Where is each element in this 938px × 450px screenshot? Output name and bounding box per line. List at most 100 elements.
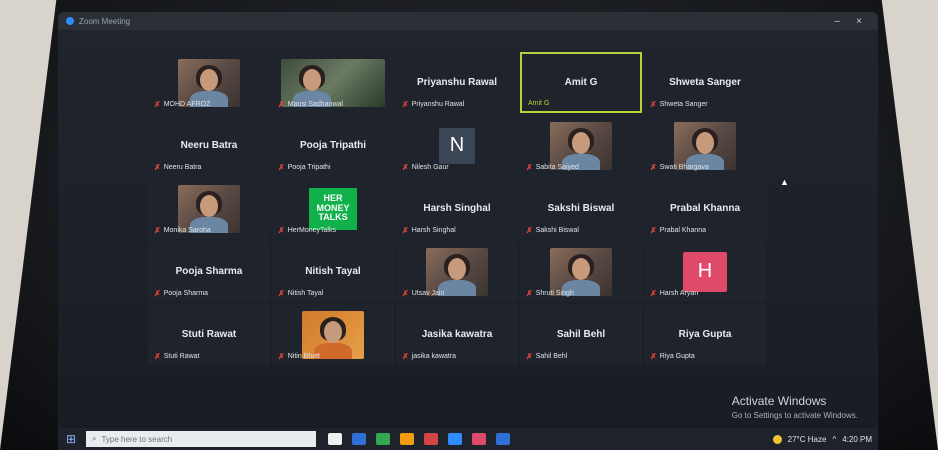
participant-label-text: Monika Saroha — [163, 227, 211, 234]
participant-label: ✗ Swati Bhargava — [650, 163, 709, 172]
participant-label: ✗ Priyanshu Rawal — [402, 100, 464, 109]
participant-label: ✗ jasika kawatra — [402, 352, 456, 361]
taskbar-app-icon[interactable] — [400, 433, 414, 445]
participant-tile[interactable]: Jasika kawatra ✗ jasika kawatra — [396, 304, 518, 365]
participant-label: ✗ Utsav Jain — [402, 289, 444, 298]
participant-label: ✗ HerMoneyTalks — [278, 226, 336, 235]
participant-tile[interactable]: Sahil Behl ✗ Sahil Behl — [520, 304, 642, 365]
participant-label: ✗ Prabal Khanna — [650, 226, 706, 235]
taskbar-app-icon[interactable] — [496, 433, 510, 445]
taskbar-app-icon[interactable] — [376, 433, 390, 445]
participant-label: ✗ Sahil Behl — [526, 352, 567, 361]
participant-tile[interactable]: Amit G Amit G — [520, 52, 642, 113]
participant-tile[interactable]: HER MONEY TALKS ✗ HerMoneyTalks — [272, 178, 394, 239]
mic-muted-icon: ✗ — [278, 100, 285, 109]
tray-chevron-icon[interactable]: ^ — [832, 435, 836, 444]
participant-tile[interactable]: Pooja Tripathi ✗ Pooja Tripathi — [272, 115, 394, 176]
participant-label-text: Sabita Saiyed — [535, 164, 579, 171]
participant-tile[interactable]: Harsh Singhal ✗ Harsh Singhal — [396, 178, 518, 239]
participant-label-text: Riya Gupta — [659, 353, 695, 360]
participant-name: Prabal Khanna — [669, 203, 741, 214]
participant-label: ✗ Nitish Tayal — [278, 289, 323, 298]
participant-label: ✗ Shweta Sanger — [650, 100, 708, 109]
participant-label: ✗ Neeru Batra — [154, 163, 201, 172]
participant-gallery: ✗ MOHD AFROZ ✗ Mansi Sadhanwal Priyanshu Raw… — [148, 52, 766, 428]
activate-subtitle: Go to Settings to activate Windows. — [731, 411, 858, 420]
participant-tile[interactable]: Neeru Batra ✗ Neeru Batra — [148, 115, 270, 176]
clock[interactable]: 4:20 PM — [842, 435, 872, 444]
participant-label-text: Nitish Tayal — [287, 290, 324, 297]
participant-tile[interactable]: ✗ Sabita Saiyed — [520, 115, 642, 176]
participant-label-text: Stuti Rawat — [163, 353, 200, 360]
participant-tile[interactable]: ✗ Swati Bhargava — [644, 115, 766, 176]
weather-icon — [772, 434, 782, 444]
mic-muted-icon: ✗ — [154, 289, 161, 298]
participant-label-text: Sahil Behl — [535, 353, 568, 360]
participant-name: Priyanshu Rawal — [416, 77, 498, 88]
taskbar-app-icon[interactable] — [448, 433, 462, 445]
participant-label: Amit G — [528, 100, 549, 107]
minimize-button[interactable]: – — [826, 16, 848, 27]
activate-title: Activate Windows — [731, 394, 827, 408]
close-button[interactable]: × — [848, 16, 870, 27]
participant-tile[interactable]: Stuti Rawat ✗ Stuti Rawat — [148, 304, 270, 365]
mic-muted-icon: ✗ — [526, 163, 533, 172]
mic-muted-icon: ✗ — [402, 226, 409, 235]
participant-tile[interactable]: ✗ Monika Saroha — [148, 178, 270, 239]
participant-tile[interactable]: H ✗ Harsh Aryan — [644, 241, 766, 302]
participant-tile[interactable]: Shweta Sanger ✗ Shweta Sanger — [644, 52, 766, 113]
mic-muted-icon: ✗ — [526, 226, 533, 235]
weather-text[interactable]: 27°C Haze — [788, 435, 827, 444]
title-bar: Zoom Meeting – × — [58, 12, 878, 30]
participant-tile[interactable]: Priyanshu Rawal ✗ Priyanshu Rawal — [396, 52, 518, 113]
participant-tile[interactable]: Nitish Tayal ✗ Nitish Tayal — [272, 241, 394, 302]
mic-muted-icon: ✗ — [526, 352, 533, 361]
participant-label: ✗ Monika Saroha — [154, 226, 211, 235]
participant-label-text: HerMoneyTalks — [287, 227, 336, 234]
participant-label: ✗ Shruti Singh — [526, 289, 574, 298]
taskbar-app-icon[interactable] — [472, 433, 486, 445]
taskbar-app-icon[interactable] — [352, 433, 366, 445]
participant-label: ✗ Riya Gupta — [650, 352, 695, 361]
participant-tile[interactable]: ✗ MOHD AFROZ — [148, 52, 270, 113]
video-person-head — [303, 68, 321, 91]
participant-name: Pooja Sharma — [175, 266, 243, 277]
taskbar-app-icons — [328, 433, 510, 445]
participant-name: Sahil Behl — [556, 329, 606, 340]
participant-label: ✗ Pooja Sharma — [154, 289, 208, 298]
participant-tile[interactable]: ✗ Shruti Singh — [520, 241, 642, 302]
participant-tile[interactable]: Sakshi Biswal ✗ Sakshi Biswal — [520, 178, 642, 239]
participant-logo: HER MONEY TALKS — [309, 187, 357, 230]
mouse-cursor-icon: ▲ — [780, 177, 789, 187]
taskbar-app-icon[interactable] — [424, 433, 438, 445]
video-person-head — [572, 131, 590, 154]
participant-tile[interactable]: Riya Gupta ✗ Riya Gupta — [644, 304, 766, 365]
participant-tile[interactable]: ✗ Mansi Sadhanwal — [272, 52, 394, 113]
participant-label-text: Nilesh Gaur — [411, 164, 449, 171]
participant-label: ✗ Pooja Tripathi — [278, 163, 331, 172]
participant-name: Jasika kawatra — [421, 329, 493, 340]
participant-tile[interactable]: ✗ Nitin Bhatt — [272, 304, 394, 365]
zoom-meeting-window: Zoom Meeting – × ✗ MOHD AFROZ ✗ Mansi Sadha… — [58, 12, 878, 450]
video-person-head — [200, 68, 218, 91]
participant-tile[interactable]: N ✗ Nilesh Gaur — [396, 115, 518, 176]
participant-label-text: Shruti Singh — [535, 290, 574, 297]
taskbar-search-input[interactable]: ⌕ Type here to search — [86, 431, 316, 447]
participant-label-text: Neeru Batra — [163, 164, 202, 171]
mic-muted-icon: ✗ — [650, 226, 657, 235]
participant-label-text: Sakshi Biswal — [535, 227, 579, 234]
video-person-head — [200, 194, 218, 217]
participant-tile[interactable]: Pooja Sharma ✗ Pooja Sharma — [148, 241, 270, 302]
windows-start-icon[interactable]: ⊞ — [64, 432, 78, 446]
mic-muted-icon: ✗ — [650, 100, 657, 109]
activate-windows-watermark: Activate Windows Go to Settings to activ… — [732, 394, 858, 420]
participant-tile[interactable]: ✗ Utsav Jain — [396, 241, 518, 302]
participant-name: Riya Gupta — [678, 329, 732, 340]
taskbar-app-icon[interactable] — [328, 433, 342, 445]
participant-name: Nitish Tayal — [305, 266, 361, 277]
mic-muted-icon: ✗ — [278, 163, 285, 172]
participant-label: ✗ Sabita Saiyed — [526, 163, 579, 172]
participant-tile[interactable]: Prabal Khanna ✗ Prabal Khanna — [644, 178, 766, 239]
participant-label-text: Pooja Sharma — [163, 290, 209, 297]
system-tray: 27°C Haze ^ 4:20 PM — [772, 434, 872, 444]
